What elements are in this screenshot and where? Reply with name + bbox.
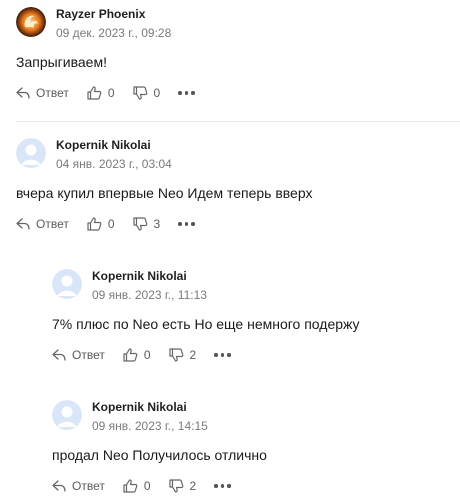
more-options-icon[interactable]: [178, 91, 198, 95]
like-button[interactable]: 0: [123, 348, 151, 362]
reply-arrow-icon: [52, 480, 66, 492]
phoenix-logo-icon: [16, 7, 46, 37]
comment-actions: Ответ 0 2: [52, 346, 234, 364]
thumbs-up-icon: [87, 86, 102, 100]
like-count: 0: [107, 86, 115, 100]
reply-label: Ответ: [36, 86, 69, 100]
thumbs-up-icon: [123, 479, 138, 493]
comment-date: 09 янв. 2023 г., 14:15: [92, 419, 208, 433]
dislike-button[interactable]: 2: [168, 479, 197, 493]
more-options-icon[interactable]: [214, 484, 234, 488]
dislike-button[interactable]: 2: [168, 348, 197, 362]
thumbs-down-icon: [132, 217, 147, 231]
default-user-icon: [16, 138, 46, 168]
reply-button[interactable]: Ответ: [16, 86, 69, 100]
comment-text: вчера купил впервые Neo Идем теперь ввер…: [16, 185, 313, 201]
reply-arrow-icon: [16, 87, 30, 99]
comment-actions: Ответ 0 0: [16, 84, 198, 102]
avatar[interactable]: [52, 400, 82, 430]
comment-actions: Ответ 0 2: [52, 477, 234, 495]
divider: [16, 121, 460, 122]
author-name[interactable]: Kopernik Nikolai: [92, 400, 187, 414]
like-button[interactable]: 0: [87, 86, 115, 100]
dislike-count: 3: [153, 217, 161, 231]
thumbs-up-icon: [123, 348, 138, 362]
dislike-button[interactable]: 3: [132, 217, 161, 231]
more-options-icon[interactable]: [178, 222, 198, 226]
like-button[interactable]: 0: [87, 217, 115, 231]
reply-arrow-icon: [16, 218, 30, 230]
author-name[interactable]: Rayzer Phoenix: [56, 7, 145, 21]
reply-button[interactable]: Ответ: [52, 479, 105, 493]
comment-date: 09 дек. 2023 г., 09:28: [56, 26, 172, 40]
comment-text: Запрыгиваем!: [16, 54, 107, 70]
dislike-count: 2: [189, 479, 197, 493]
thumbs-up-icon: [87, 217, 102, 231]
comment-text: продал Neo Получилось отлично: [52, 447, 267, 463]
dislike-count: 2: [189, 348, 197, 362]
reply-label: Ответ: [72, 348, 105, 362]
like-count: 0: [143, 479, 151, 493]
more-options-icon[interactable]: [214, 353, 234, 357]
like-button[interactable]: 0: [123, 479, 151, 493]
reply-arrow-icon: [52, 349, 66, 361]
avatar[interactable]: [16, 7, 46, 37]
avatar[interactable]: [16, 138, 46, 168]
reply-button[interactable]: Ответ: [16, 217, 69, 231]
default-user-icon: [52, 269, 82, 299]
dislike-count: 0: [153, 86, 161, 100]
like-count: 0: [143, 348, 151, 362]
thumbs-down-icon: [168, 479, 183, 493]
comment-actions: Ответ 0 3: [16, 215, 198, 233]
thumbs-down-icon: [132, 86, 147, 100]
like-count: 0: [107, 217, 115, 231]
comment-text: 7% плюс по Neo есть Но еще немного подер…: [52, 316, 360, 332]
dislike-button[interactable]: 0: [132, 86, 161, 100]
author-name[interactable]: Kopernik Nikolai: [56, 138, 151, 152]
reply-label: Ответ: [36, 217, 69, 231]
comment-date: 09 янв. 2023 г., 11:13: [92, 288, 207, 302]
avatar[interactable]: [52, 269, 82, 299]
thumbs-down-icon: [168, 348, 183, 362]
author-name[interactable]: Kopernik Nikolai: [92, 269, 187, 283]
reply-label: Ответ: [72, 479, 105, 493]
comment-date: 04 янв. 2023 г., 03:04: [56, 157, 172, 171]
default-user-icon: [52, 400, 82, 430]
reply-button[interactable]: Ответ: [52, 348, 105, 362]
